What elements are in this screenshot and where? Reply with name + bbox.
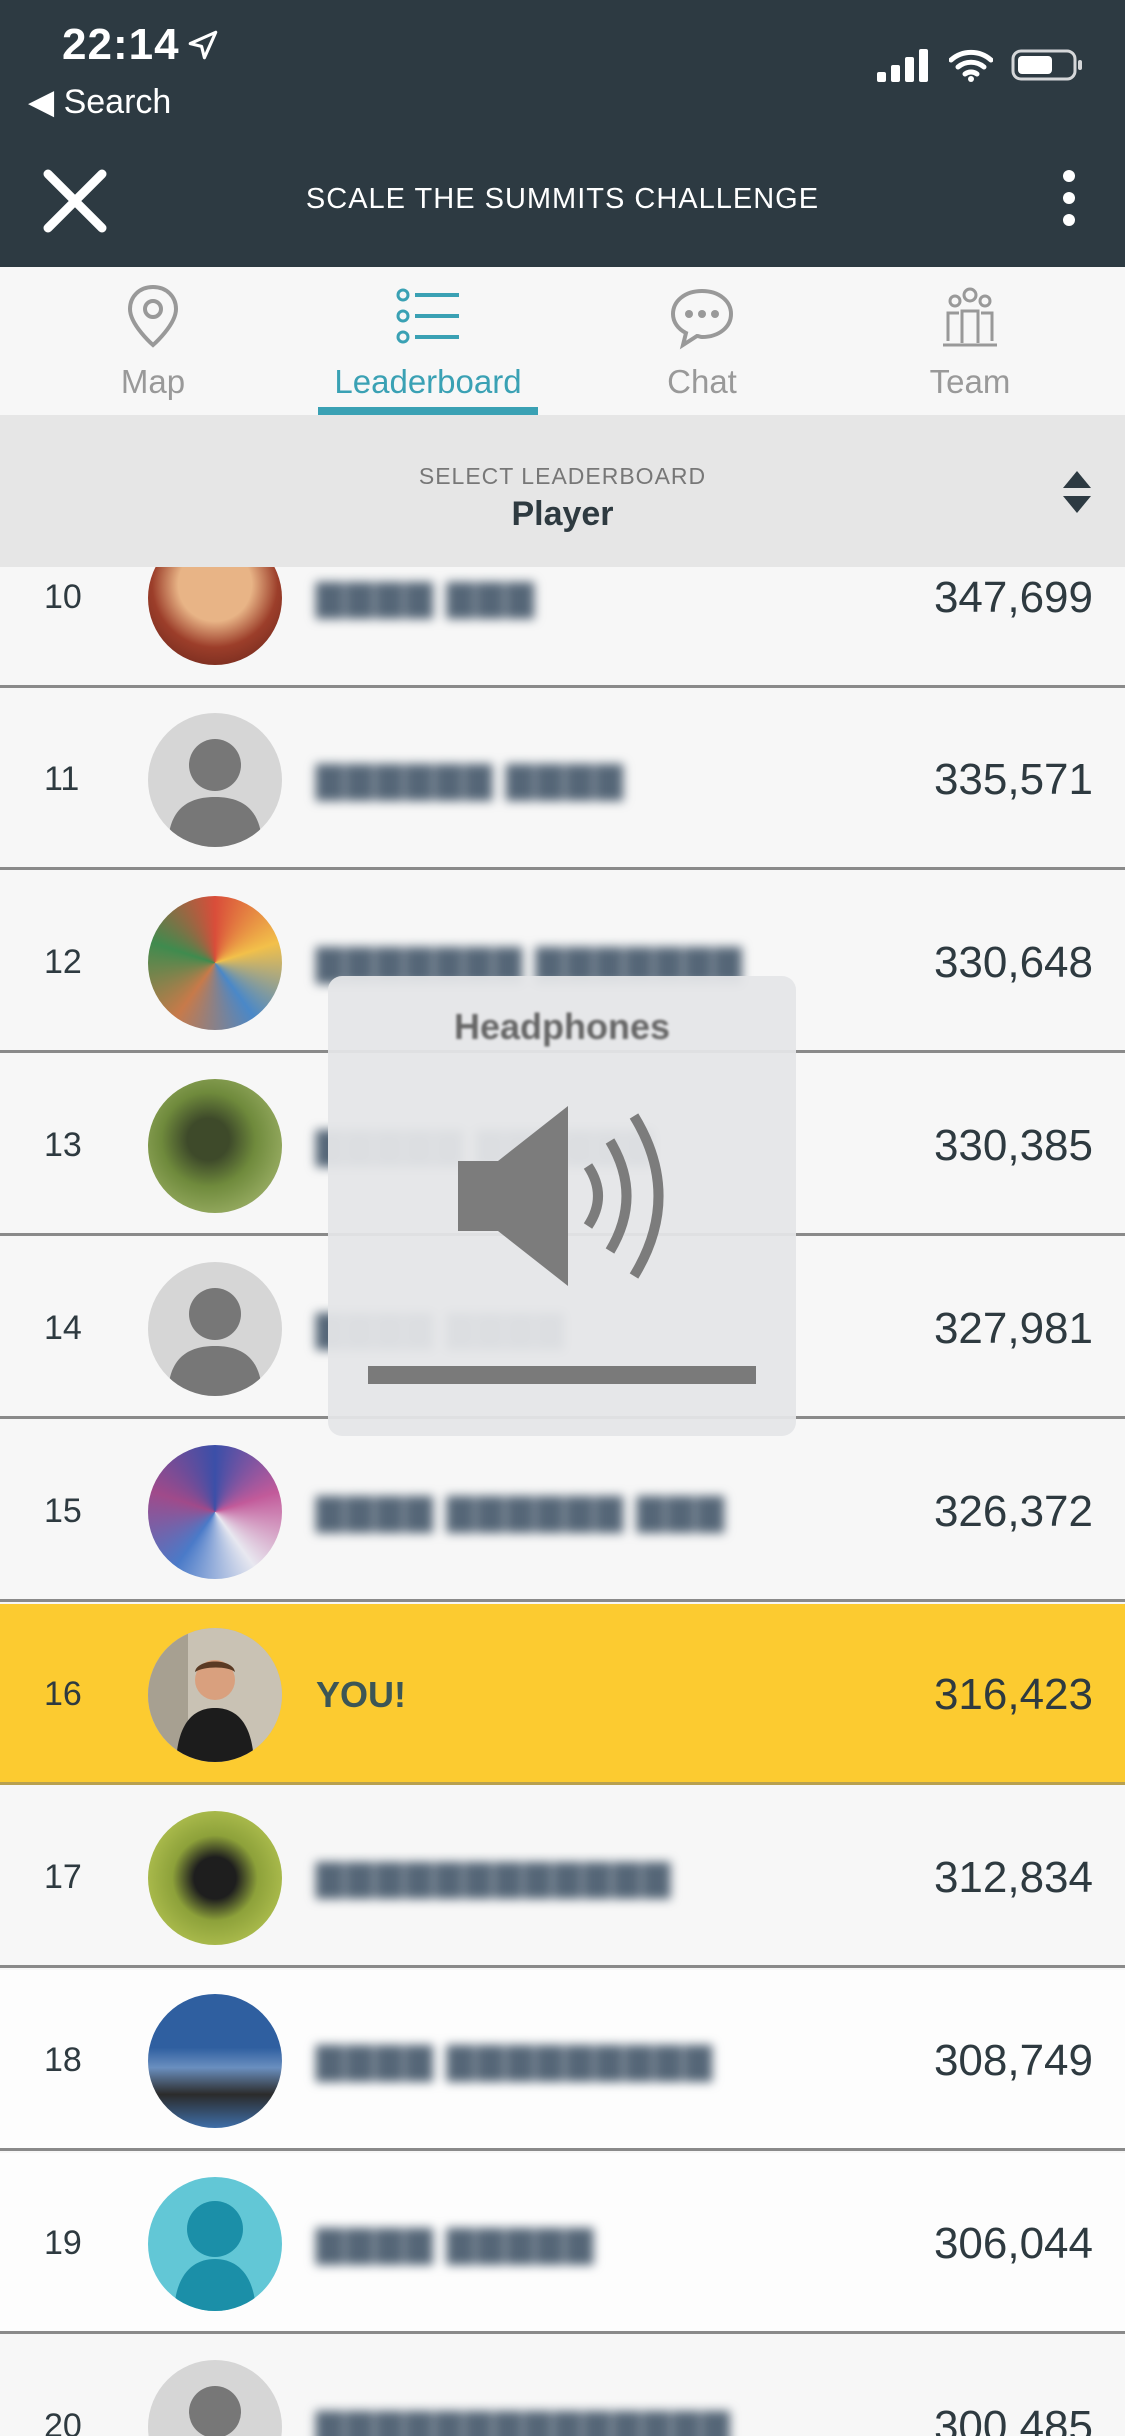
tab-label: Team xyxy=(929,363,1011,400)
rank-number: 20 xyxy=(44,2407,82,2436)
list-item[interactable]: 11 ▇▇▇▇▇▇ ▇▇▇▇ 335,571 xyxy=(0,689,1125,870)
avatar xyxy=(148,2360,282,2436)
list-item[interactable]: 10 ▇▇▇▇ ▇▇▇ 347,699 xyxy=(0,567,1125,688)
tab-bar: Map Leaderboard Chat Team xyxy=(0,267,1125,415)
rank-number: 17 xyxy=(44,1858,82,1896)
tab-leaderboard[interactable]: Leaderboard xyxy=(318,267,538,415)
rank-number: 16 xyxy=(44,1675,82,1713)
volume-hud: Headphones xyxy=(328,976,796,1436)
list-item[interactable]: 18 ▇▇▇▇ ▇▇▇▇▇▇▇▇▇ 308,749 xyxy=(0,1970,1125,2151)
volume-hud-title: Headphones xyxy=(453,1006,671,1047)
score: 330,385 xyxy=(933,1121,1093,1170)
tab-team[interactable]: Team xyxy=(860,267,1080,415)
rank-number: 13 xyxy=(44,1126,82,1164)
avatar xyxy=(148,1079,282,1213)
top-bar: 22:14 ◀ Search SCALE THE SUMMITS CHALLEN… xyxy=(0,0,1125,267)
wifi-icon xyxy=(949,49,993,82)
avatar xyxy=(148,896,282,1030)
rank-number: 18 xyxy=(44,2041,82,2079)
location-arrow-icon xyxy=(188,30,218,60)
rank-number: 19 xyxy=(44,2224,82,2262)
score: 327,981 xyxy=(933,1304,1093,1353)
player-name: ▇▇▇▇ ▇▇▇▇▇▇▇▇▇ xyxy=(316,2040,714,2081)
selector-value: Player xyxy=(511,495,614,533)
tab-label: Leaderboard xyxy=(334,363,522,400)
rank-number: 15 xyxy=(44,1492,82,1530)
page-title: SCALE THE SUMMITS CHALLENGE xyxy=(305,183,820,215)
battery-icon xyxy=(1011,49,1082,81)
default-avatar-icon xyxy=(168,1288,262,1396)
score: 300,485 xyxy=(933,2402,1093,2436)
avatar xyxy=(148,2177,282,2311)
leaderboard-selector[interactable]: SELECT LEADERBOARD Player xyxy=(0,415,1125,567)
score: 306,044 xyxy=(933,2219,1093,2268)
status-time: 22:14 xyxy=(62,20,180,69)
list-item[interactable]: 20 ▇▇▇▇▇▇▇▇▇▇▇▇▇▇ 300,485 xyxy=(0,2336,1125,2436)
avatar xyxy=(148,713,282,847)
avatar xyxy=(148,1445,282,1579)
avatar xyxy=(148,567,282,665)
speaker-icon xyxy=(458,1106,664,1286)
team-icon xyxy=(943,287,997,347)
active-tab-indicator xyxy=(318,407,538,415)
score: 330,648 xyxy=(933,938,1093,987)
status-indicators xyxy=(877,48,1085,82)
avatar xyxy=(148,1628,282,1762)
user-photo xyxy=(148,1628,282,1762)
player-name: ▇▇▇▇ ▇▇▇▇▇ xyxy=(316,2223,596,2264)
default-avatar-icon xyxy=(189,2386,241,2436)
player-name: ▇▇▇▇▇▇ ▇▇▇▇ xyxy=(316,759,625,800)
player-name: ▇▇▇▇ ▇▇▇ xyxy=(316,577,536,618)
player-name: ▇▇▇▇ ▇▇▇▇▇▇ ▇▇▇ xyxy=(316,1491,726,1532)
signal-icon xyxy=(877,49,928,82)
more-options-icon[interactable] xyxy=(1059,170,1079,230)
tab-map[interactable]: Map xyxy=(43,267,263,415)
map-pin-icon xyxy=(127,284,179,348)
list-item[interactable]: 17 ▇▇▇▇▇▇▇▇▇▇▇▇ 312,834 xyxy=(0,1787,1125,1968)
player-name: YOU! xyxy=(316,1674,406,1715)
rank-number: 10 xyxy=(44,578,82,616)
leaderboard-list[interactable]: 10 ▇▇▇▇ ▇▇▇ 347,699 11 ▇▇▇▇▇▇ ▇▇▇▇ 335,5… xyxy=(0,567,1125,2436)
score: 347,699 xyxy=(933,573,1093,622)
score: 308,749 xyxy=(933,2036,1093,2085)
list-icon xyxy=(396,288,459,344)
rank-number: 14 xyxy=(44,1309,82,1347)
player-name: ▇▇▇▇▇▇▇▇▇▇▇▇ xyxy=(316,1857,673,1898)
selector-caption: SELECT LEADERBOARD xyxy=(418,463,707,489)
score: 316,423 xyxy=(933,1670,1093,1719)
list-item-current-user[interactable]: 16 YOU! 316,423 xyxy=(0,1604,1125,1785)
player-name: ▇▇▇▇▇▇▇▇▇▇▇▇▇▇ xyxy=(316,2406,732,2436)
chat-bubble-icon xyxy=(670,288,734,350)
avatar xyxy=(148,1994,282,2128)
sort-arrows-icon[interactable] xyxy=(1059,467,1095,517)
back-to-search-link[interactable]: ◀ Search xyxy=(28,82,171,122)
tab-label: Map xyxy=(120,363,186,400)
silhouette-avatar-icon xyxy=(174,2201,256,2311)
default-avatar-icon xyxy=(168,739,262,847)
avatar xyxy=(148,1811,282,1945)
list-item[interactable]: 15 ▇▇▇▇ ▇▇▇▇▇▇ ▇▇▇ 326,372 xyxy=(0,1421,1125,1602)
tab-label: Chat xyxy=(667,363,737,400)
score: 326,372 xyxy=(933,1487,1093,1536)
tab-chat[interactable]: Chat xyxy=(592,267,812,415)
avatar xyxy=(148,1262,282,1396)
rank-number: 12 xyxy=(44,943,82,981)
list-item[interactable]: 19 ▇▇▇▇ ▇▇▇▇▇ 306,044 xyxy=(0,2153,1125,2334)
rank-number: 11 xyxy=(44,760,80,798)
score: 312,834 xyxy=(933,1853,1093,1902)
score: 335,571 xyxy=(933,755,1093,804)
volume-level-bar xyxy=(368,1366,756,1384)
